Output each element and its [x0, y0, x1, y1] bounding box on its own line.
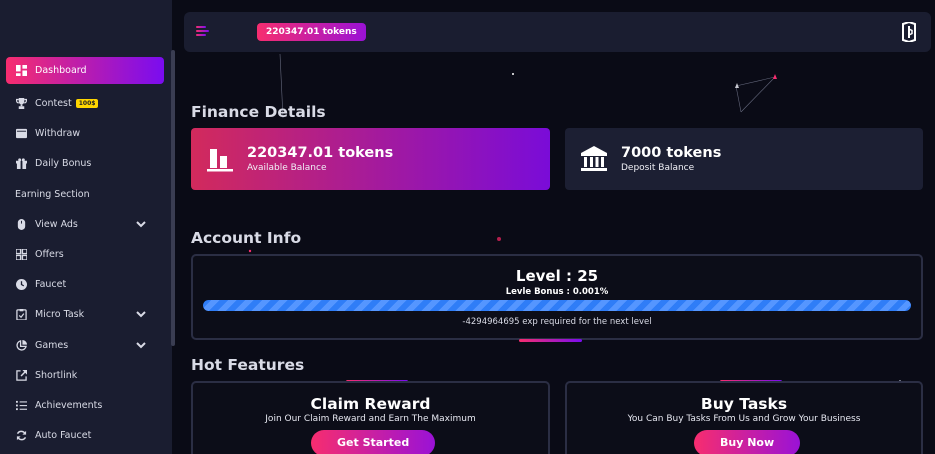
sidebar-item-label: Withdraw	[35, 128, 81, 139]
clock-icon	[15, 279, 27, 291]
pie-icon	[15, 340, 27, 352]
exp-required-text: -4294964695 exp required for the next le…	[462, 317, 652, 327]
mouse-icon	[15, 219, 27, 231]
earning-section-label: Earning Section	[15, 189, 90, 200]
sidebar-item-label: Faucet	[35, 279, 67, 290]
deposit-balance-label: Deposit Balance	[621, 163, 695, 173]
accent-bar	[519, 339, 582, 342]
sidebar-item-label: Shortlink	[35, 370, 78, 381]
list-icon	[15, 400, 27, 412]
claim-reward-card: Claim Reward Join Our Claim Reward and E…	[191, 381, 550, 454]
sidebar: Dashboard Contest 100$ Withdraw Daily Bo…	[0, 0, 172, 454]
sidebar-item-contest[interactable]: Contest 100$	[6, 90, 164, 117]
chevron-down-icon[interactable]	[136, 309, 146, 319]
available-balance-value: 220347.01 tokens	[247, 145, 394, 161]
topbar: 220347.01 tokens	[184, 12, 931, 52]
sidebar-item-daily-bonus[interactable]: Daily Bonus	[6, 150, 164, 177]
buy-tasks-card: Buy Tasks You Can Buy Tasks From Us and …	[565, 381, 923, 454]
sidebar-scrollbar[interactable]	[171, 50, 175, 346]
sidebar-item-label: Dashboard	[35, 65, 87, 76]
claim-reward-title: Claim Reward	[310, 395, 431, 413]
sidebar-item-dashboard[interactable]: Dashboard	[6, 57, 164, 84]
sidebar-item-label: Games	[35, 340, 69, 351]
hot-features-title: Hot Features	[191, 356, 305, 374]
menu-toggle-icon[interactable]	[196, 26, 209, 37]
sidebar-item-label: Contest	[35, 98, 72, 109]
sidebar-item-view-ads[interactable]: View Ads	[6, 211, 164, 238]
sidebar-item-label: Micro Task	[35, 309, 85, 320]
refresh-icon	[15, 430, 27, 442]
available-balance-card: 220347.01 tokens Available Balance	[191, 128, 550, 190]
contest-badge: 100$	[75, 99, 99, 108]
account-info-card: Level : 25 Levle Bonus : 0.001% -4294964…	[191, 254, 923, 340]
sidebar-item-offers[interactable]: Offers	[6, 241, 164, 268]
buy-tasks-desc: You Can Buy Tasks From Us and Grow Your …	[627, 414, 861, 424]
chevron-down-icon[interactable]	[136, 340, 146, 350]
trophy-icon	[15, 98, 27, 110]
sidebar-item-label: Offers	[35, 249, 64, 260]
bar-chart-icon	[205, 144, 235, 174]
sidebar-item-label: View Ads	[35, 219, 78, 230]
level-progress-bar	[203, 300, 911, 311]
deposit-balance-value: 7000 tokens	[621, 145, 722, 161]
level-progress-fill	[203, 300, 911, 311]
buy-now-button[interactable]: Buy Now	[694, 430, 801, 454]
brand-logo-icon[interactable]	[901, 20, 917, 44]
token-balance-pill: 220347.01 tokens	[257, 23, 366, 41]
wallet-icon	[15, 128, 27, 140]
gift-icon	[15, 158, 27, 170]
sidebar-item-label: Daily Bonus	[35, 158, 92, 169]
sidebar-item-shortlink[interactable]: Shortlink	[6, 362, 164, 389]
sidebar-item-faucet[interactable]: Faucet	[6, 271, 164, 298]
sidebar-item-label: Auto Faucet	[35, 430, 92, 441]
level-bonus: Levle Bonus : 0.001%	[505, 287, 609, 297]
deposit-balance-card: 7000 tokens Deposit Balance	[565, 128, 923, 190]
chevron-down-icon[interactable]	[136, 219, 146, 229]
sidebar-item-achievements[interactable]: Achievements	[6, 392, 164, 419]
sidebar-item-games[interactable]: Games	[6, 332, 164, 359]
dashboard-icon	[15, 65, 27, 77]
external-link-icon	[15, 370, 27, 382]
clipboard-icon	[15, 309, 27, 321]
available-balance-label: Available Balance	[247, 163, 327, 173]
sidebar-item-auto-faucet[interactable]: Auto Faucet	[6, 422, 164, 449]
sidebar-item-withdraw[interactable]: Withdraw	[6, 120, 164, 147]
claim-reward-desc: Join Our Claim Reward and Earn The Maxim…	[265, 414, 476, 424]
sidebar-item-micro-task[interactable]: Micro Task	[6, 301, 164, 328]
sidebar-item-label: Achievements	[35, 400, 103, 411]
grid-icon	[15, 249, 27, 261]
buy-tasks-title: Buy Tasks	[700, 395, 788, 413]
account-info-title: Account Info	[191, 229, 302, 247]
finance-details-title: Finance Details	[191, 103, 326, 121]
bank-icon	[579, 144, 609, 174]
level-title: Level : 25	[515, 267, 599, 285]
get-started-button[interactable]: Get Started	[311, 430, 436, 454]
